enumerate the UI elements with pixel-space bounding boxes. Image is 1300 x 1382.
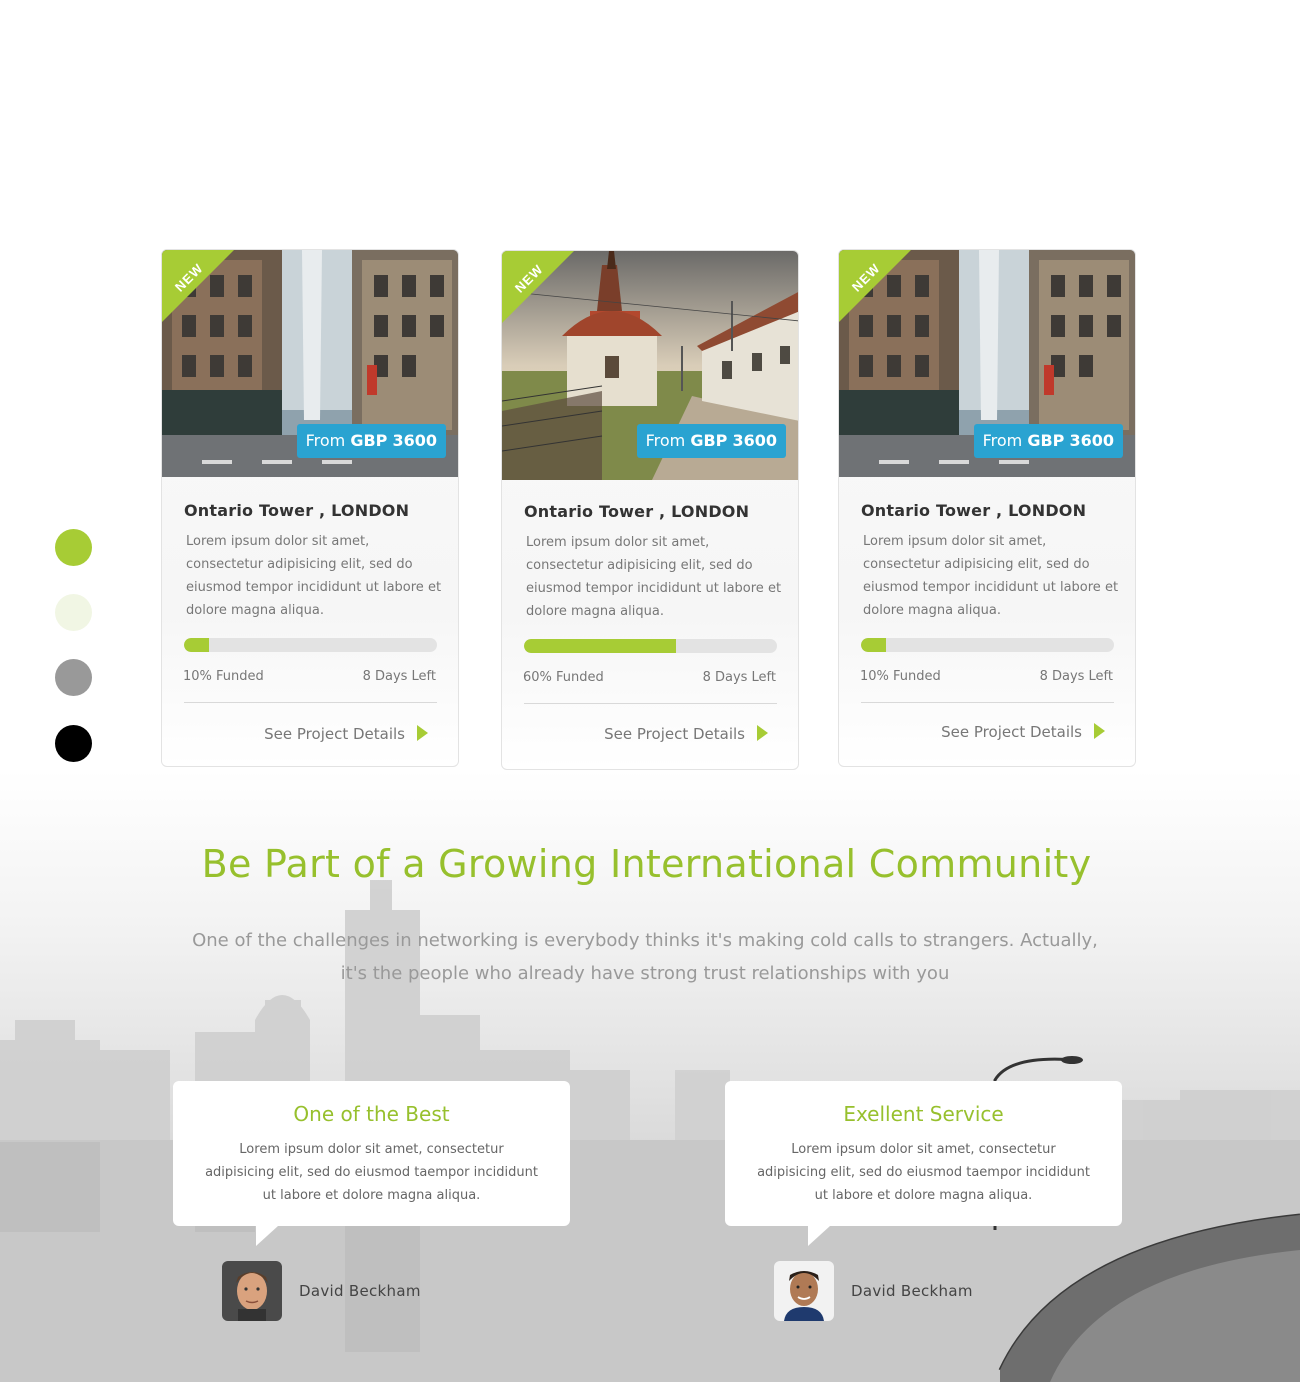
project-card: NEW From GBP 3600 Ontario Tower , LONDON… [501,250,799,770]
project-description: Lorem ipsum dolor sit amet, consectetur … [526,535,782,619]
play-arrow-icon [757,725,768,741]
color-swatch-lime[interactable] [55,529,92,566]
price-prefix: From [982,431,1023,450]
testimonial-text: Lorem ipsum dolor sit amet, consectetur … [205,1142,538,1203]
project-description: Lorem ipsum dolor sit amet, consectetur … [186,534,442,618]
price-currency: GBP [1027,431,1065,450]
price-amount: 3600 [392,431,437,450]
divider [184,702,437,703]
see-project-details-link[interactable]: See Project Details [604,725,768,743]
price-tag: From GBP 3600 [296,424,446,458]
funding-progress-bar [861,638,1114,652]
testimonial-title: One of the Best [293,1102,450,1126]
funding-progress-bar [184,638,437,652]
testimonial-author: David Beckham [851,1282,973,1300]
funding-progress-fill [184,638,210,652]
funded-label: 60% Funded [523,670,604,685]
play-arrow-icon [417,725,428,741]
price-amount: 3600 [732,431,777,450]
project-title: Ontario Tower , LONDON [184,501,410,520]
price-currency: GBP [350,431,388,450]
funding-progress-fill [861,638,887,652]
see-project-details-link[interactable]: See Project Details [941,723,1105,741]
link-label: See Project Details [264,725,405,743]
link-label: See Project Details [941,723,1082,741]
avatar-image [774,1261,834,1321]
avatar [774,1261,834,1321]
price-tag: From GBP 3600 [636,424,786,458]
color-swatch-black[interactable] [55,725,92,762]
testimonial-title: Exellent Service [843,1102,1004,1126]
avatar [222,1261,282,1321]
community-subtitle: One of the challenges in networking is e… [192,930,1098,984]
funding-progress-fill [524,639,676,653]
project-description: Lorem ipsum dolor sit amet, consectetur … [863,534,1119,618]
avatar-image [222,1261,282,1321]
color-swatch-gray[interactable] [55,659,92,696]
play-arrow-icon [1094,723,1105,739]
funded-label: 10% Funded [183,669,264,684]
project-card: NEW From GBP 3600 Ontario Tower , LONDON… [161,249,459,767]
color-swatch-pale-green[interactable] [55,594,92,631]
price-prefix: From [305,431,346,450]
community-title: Be Part of a Growing International Commu… [201,842,1092,886]
price-amount: 3600 [1069,431,1114,450]
project-title: Ontario Tower , LONDON [861,501,1087,520]
project-title: Ontario Tower , LONDON [524,502,750,521]
days-left-label: 8 Days Left [362,669,436,684]
link-label: See Project Details [604,725,745,743]
testimonial-author: David Beckham [299,1282,421,1300]
divider [861,702,1114,703]
testimonial-bubble: One of the Best Lorem ipsum dolor sit am… [173,1081,570,1246]
project-card: NEW From GBP 3600 Ontario Tower , LONDON… [838,249,1136,767]
days-left-label: 8 Days Left [702,670,776,685]
see-project-details-link[interactable]: See Project Details [264,725,428,743]
divider [524,703,777,704]
testimonial-bubble: Exellent Service Lorem ipsum dolor sit a… [725,1081,1122,1246]
funding-progress-bar [524,639,777,653]
testimonial-text: Lorem ipsum dolor sit amet, consectetur … [757,1142,1090,1203]
price-prefix: From [645,431,686,450]
funded-label: 10% Funded [860,669,941,684]
days-left-label: 8 Days Left [1039,669,1113,684]
price-tag: From GBP 3600 [973,424,1123,458]
price-currency: GBP [690,431,728,450]
